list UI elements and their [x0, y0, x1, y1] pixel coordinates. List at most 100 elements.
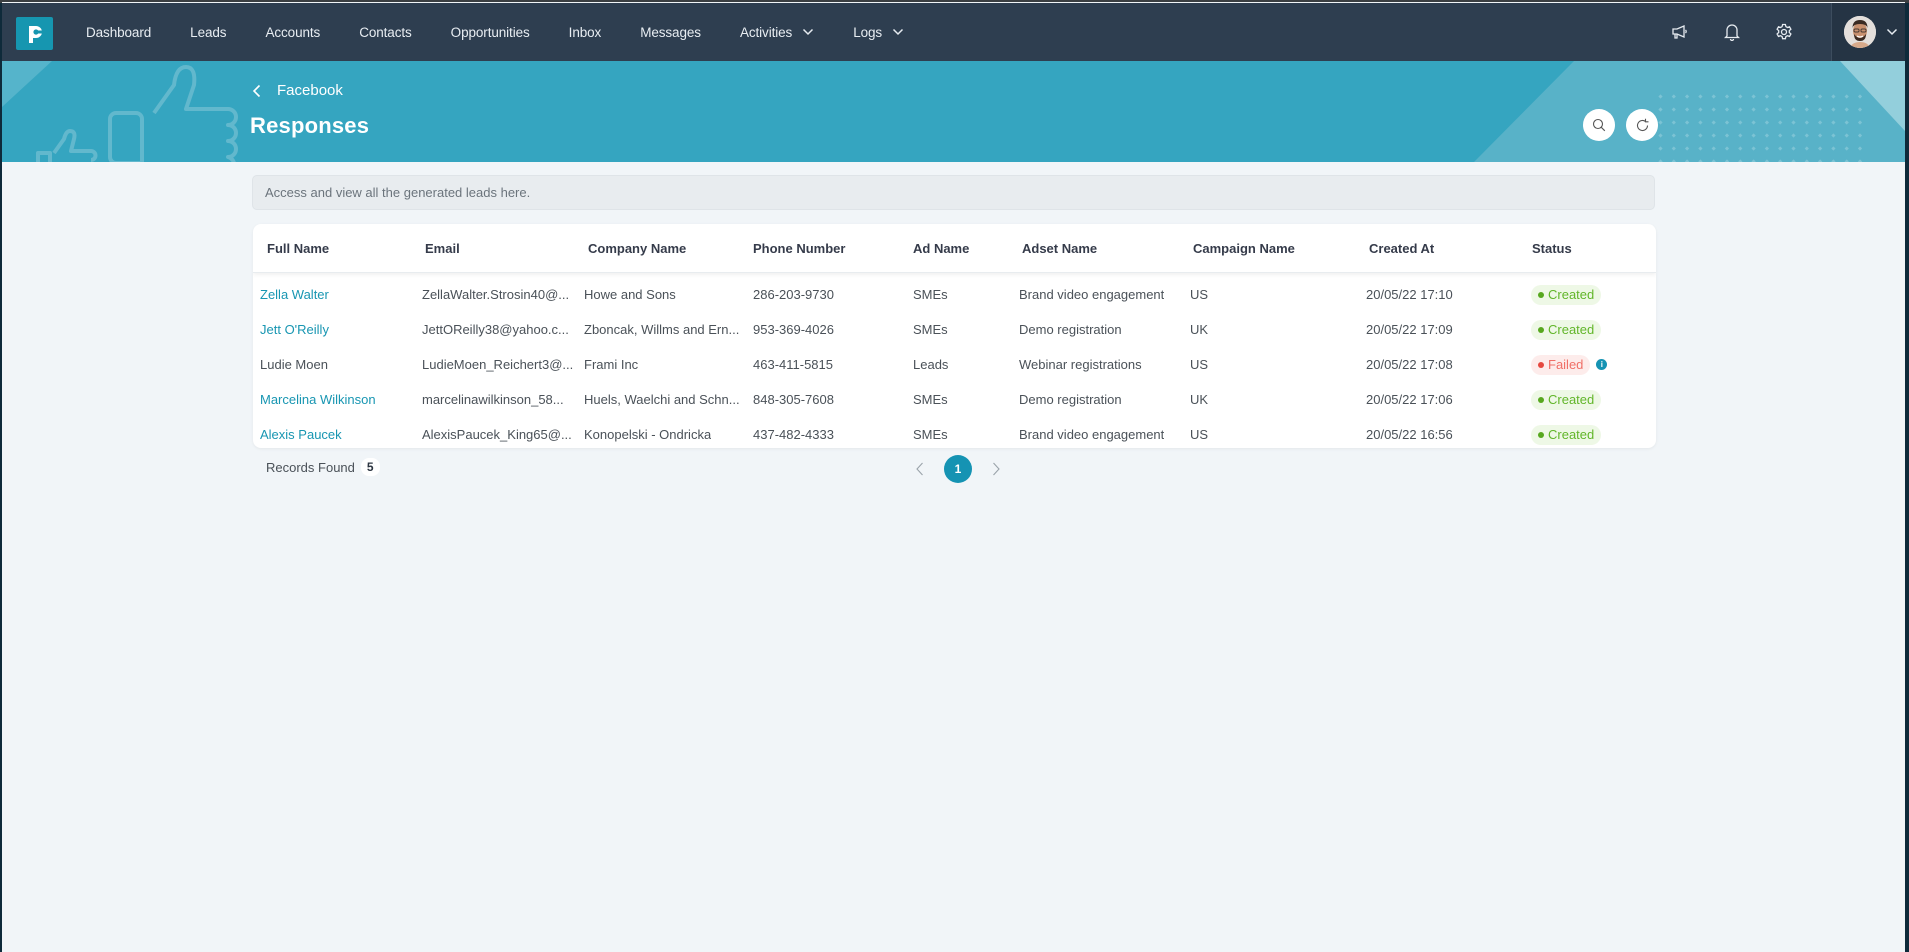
cell-email: AlexisPaucek_King65@... [422, 427, 572, 442]
cell-email: marcelinawilkinson_58... [422, 392, 564, 407]
prev-page-button[interactable] [910, 459, 930, 479]
logo-icon [28, 25, 43, 43]
nav-item-label: Logs [853, 24, 883, 40]
nav-item-contacts[interactable]: Contacts [359, 24, 412, 40]
search-button[interactable] [1583, 109, 1615, 141]
cell-email: LudieMoen_Reichert3@... [422, 357, 574, 372]
cell-adset-name: Webinar registrations [1019, 357, 1142, 372]
column-header-full-name[interactable]: Full Name [267, 241, 329, 256]
records-count: 5 [360, 458, 380, 476]
nav-item-activities[interactable]: Activities [740, 25, 814, 40]
megaphone-icon[interactable] [1669, 21, 1691, 43]
banner-decoration [2, 61, 1905, 162]
chevron-down-icon [802, 28, 814, 36]
nav-item-inbox[interactable]: Inbox [569, 25, 602, 40]
nav-item-dashboard[interactable]: Dashboard [86, 25, 151, 40]
cell-full-name[interactable]: Marcelina Wilkinson [260, 392, 376, 407]
cell-full-name[interactable]: Jett O'Reilly [260, 322, 329, 337]
cell-adset-name: Brand video engagement [1019, 427, 1165, 442]
cell-company-name: Konopelski - Ondricka [584, 427, 712, 442]
table-body: Zella Walter ZellaWalter.Strosin40@... How… [253, 277, 1656, 448]
status-badge: Created [1531, 424, 1602, 445]
cell-status: Created [1531, 284, 1602, 305]
table-header: Full Name Email Company Name Phone Number Ad… [253, 224, 1656, 273]
status-label: Created [1548, 322, 1595, 337]
status-dot-icon [1538, 326, 1544, 333]
nav-item-label: Messages [640, 24, 701, 40]
cell-adset-name: Demo registration [1019, 322, 1122, 337]
nav-item-label: Activities [739, 24, 793, 40]
app-logo[interactable] [16, 17, 53, 50]
table-row[interactable]: Marcelina Wilkinson marcelinawilkinson_58… [253, 382, 1656, 417]
gear-icon[interactable] [1773, 21, 1795, 43]
nav-item-label: Accounts [265, 24, 321, 40]
app-frame: Dashboard Leads Accounts Contacts Opportunit… [2, 2, 1905, 952]
table-row[interactable]: Alexis Paucek AlexisPaucek_King65@... Kono… [253, 417, 1656, 448]
status-dot-icon [1538, 361, 1544, 368]
column-header-created-at[interactable]: Created At [1369, 241, 1434, 256]
pagination: 1 [910, 455, 1006, 483]
status-badge: Created [1531, 284, 1602, 305]
cell-adset-name: Brand video engagement [1019, 287, 1165, 302]
records-label: Records Found [266, 459, 355, 475]
cell-status: Created [1531, 424, 1602, 445]
back-chevron-icon[interactable] [252, 84, 261, 98]
status-badge: Failed [1531, 354, 1591, 375]
cell-full-name[interactable]: Alexis Paucek [260, 427, 342, 442]
status-label: Created [1548, 392, 1595, 407]
column-header-phone-number[interactable]: Phone Number [753, 241, 845, 256]
cell-created-at: 20/05/22 17:08 [1366, 357, 1453, 372]
column-header-company-name[interactable]: Company Name [588, 241, 686, 256]
page-button-1[interactable]: 1 [944, 455, 972, 483]
nav-item-logs[interactable]: Logs [853, 25, 904, 40]
breadcrumb-link-facebook[interactable]: Facebook [277, 82, 343, 99]
nav-item-accounts[interactable]: Accounts [265, 25, 320, 40]
cell-email: ZellaWalter.Strosin40@... [422, 287, 570, 302]
nav-item-label: Inbox [568, 24, 602, 40]
column-header-ad-name[interactable]: Ad Name [913, 241, 969, 256]
column-header-status[interactable]: Status [1532, 241, 1572, 256]
cell-created-at: 20/05/22 16:56 [1366, 427, 1453, 442]
next-page-button[interactable] [986, 459, 1006, 479]
cell-phone-number: 953-369-4026 [753, 322, 834, 337]
nav-item-label: Opportunities [450, 24, 530, 40]
nav-item-leads[interactable]: Leads [190, 25, 226, 40]
avatar[interactable] [1844, 16, 1876, 48]
status-label: Created [1548, 287, 1595, 302]
table-row[interactable]: Jett O'Reilly JettOReilly38@yahoo.c... Zbo… [253, 312, 1656, 347]
nav-menu: Dashboard Leads Accounts Contacts Opportunit… [86, 3, 943, 61]
nav-item-label: Dashboard [86, 24, 152, 40]
user-menu[interactable] [1831, 3, 1905, 61]
status-dot-icon [1538, 291, 1544, 298]
nav-item-label: Contacts [359, 24, 412, 40]
table-row[interactable]: Zella Walter ZellaWalter.Strosin40@... How… [253, 277, 1656, 312]
cell-company-name: Zboncak, Willms and Ern... [584, 322, 740, 337]
nav-item-opportunities[interactable]: Opportunities [451, 25, 530, 40]
chevron-down-icon [892, 28, 904, 36]
table-row[interactable]: Ludie Moen LudieMoen_Reichert3@... Frami I… [253, 347, 1656, 382]
cell-campaign-name: UK [1190, 322, 1209, 337]
cell-company-name: Frami Inc [584, 357, 639, 372]
cell-ad-name: SMEs [913, 322, 948, 337]
column-header-campaign-name[interactable]: Campaign Name [1193, 241, 1295, 256]
cell-created-at: 20/05/22 17:06 [1366, 392, 1453, 407]
chevron-down-icon[interactable] [1886, 28, 1898, 36]
refresh-button[interactable] [1626, 109, 1658, 141]
cell-full-name[interactable]: Zella Walter [260, 287, 329, 302]
nav-item-messages[interactable]: Messages [640, 25, 701, 40]
cell-email: JettOReilly38@yahoo.c... [422, 322, 569, 337]
cell-campaign-name: US [1190, 427, 1209, 442]
responses-table: Full Name Email Company Name Phone Number Ad… [253, 224, 1656, 448]
cell-ad-name: Leads [913, 357, 949, 372]
info-icon[interactable]: i [1596, 358, 1608, 370]
cell-ad-name: SMEs [913, 287, 948, 302]
cell-created-at: 20/05/22 17:10 [1366, 287, 1453, 302]
page-title: Responses [250, 113, 370, 138]
column-header-adset-name[interactable]: Adset Name [1022, 241, 1097, 256]
cell-status: Failed i [1531, 354, 1608, 375]
cell-adset-name: Demo registration [1019, 392, 1122, 407]
bell-icon[interactable] [1721, 21, 1743, 43]
breadcrumb: Facebook [252, 82, 343, 99]
column-header-email[interactable]: Email [425, 241, 460, 256]
status-label: Failed [1548, 357, 1584, 372]
